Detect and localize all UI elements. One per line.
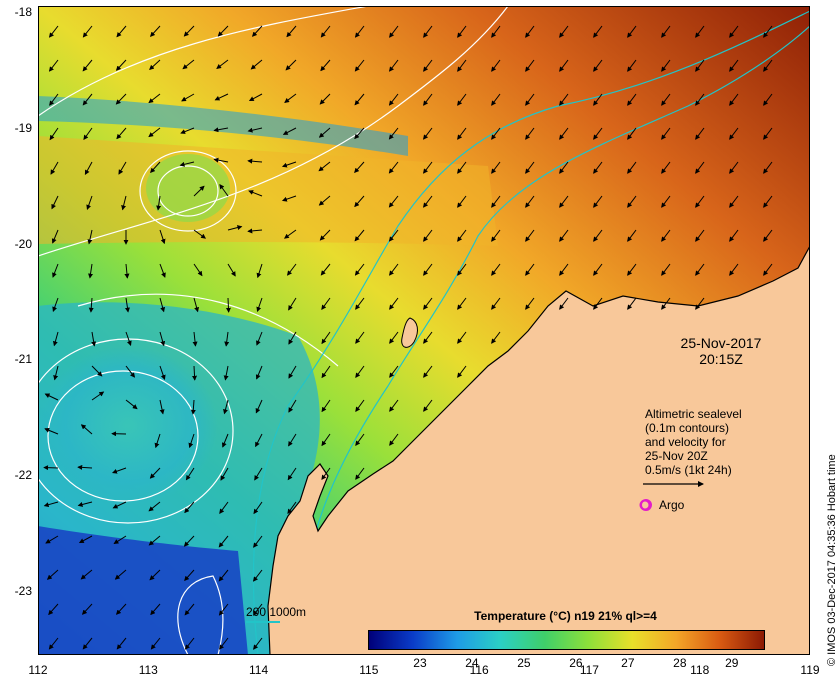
colorbar-tick-label: 26: [569, 656, 583, 670]
longitude-tick-label: 112: [28, 663, 48, 677]
temperature-colorbar: [368, 630, 765, 650]
map-canvas: [38, 6, 810, 655]
colorbar-tick-label: 25: [517, 656, 531, 670]
colorbar-tick-label: 27: [621, 656, 635, 670]
isobath-legend-label: 200 1000m: [246, 605, 307, 619]
sst-map: [38, 6, 810, 655]
colorbar-title: Temperature (°C) n19 21% ql>=4: [474, 609, 657, 623]
argo-label: Argo: [659, 498, 685, 512]
current-arrow: [43, 465, 59, 471]
latitude-tick-label: -23: [14, 584, 32, 599]
altimetry-note-line: Altimetric sealevel: [645, 407, 742, 421]
latitude-tick-label: -19: [14, 120, 32, 135]
altimetry-note-line: 0.5m/s (1kt 24h): [645, 463, 732, 477]
latitude-tick-label: -20: [14, 236, 32, 251]
image-time: 20:15Z: [699, 351, 743, 367]
longitude-tick-label: 117: [579, 663, 599, 677]
colorbar-tick-label: 28: [673, 656, 687, 670]
latitude-tick-label: -22: [14, 468, 32, 483]
longitude-tick-label: 115: [359, 663, 379, 677]
image-date: 25-Nov-2017: [680, 335, 762, 351]
image-timestamp: 25-Nov-2017 20:15Z: [676, 335, 766, 367]
longitude-tick-label: 118: [690, 663, 710, 677]
latitude-tick-label: -21: [14, 352, 32, 367]
altimetry-note-line: (0.1m contours): [645, 421, 730, 435]
altimetry-note-line: and velocity for: [645, 435, 726, 449]
imos-credit: © IMOS 03-Dec-2017 04:35:36 Hobart time: [826, 454, 838, 666]
argo-legend: Argo: [640, 498, 684, 512]
colorbar-tick-label: 24: [465, 656, 479, 670]
altimetry-note: Altimetric sealevel (0.1m contours) and …: [645, 407, 805, 477]
colorbar-tick-label: 29: [725, 656, 739, 670]
cool-eddy: [38, 346, 218, 506]
latitude-tick-label: -18: [14, 4, 32, 19]
longitude-tick-label: 119: [800, 663, 820, 677]
current-arrow: [225, 297, 231, 313]
longitude-tick-label: 114: [248, 663, 269, 677]
altimetry-note-line: 25-Nov 20Z: [645, 449, 708, 463]
longitude-tick-label: 113: [138, 663, 158, 677]
isobath-legend: 200 1000m: [246, 605, 307, 623]
colorbar-tick-label: 23: [413, 656, 427, 670]
argo-marker-icon: [640, 499, 652, 511]
isobath-legend-line: [246, 621, 280, 623]
